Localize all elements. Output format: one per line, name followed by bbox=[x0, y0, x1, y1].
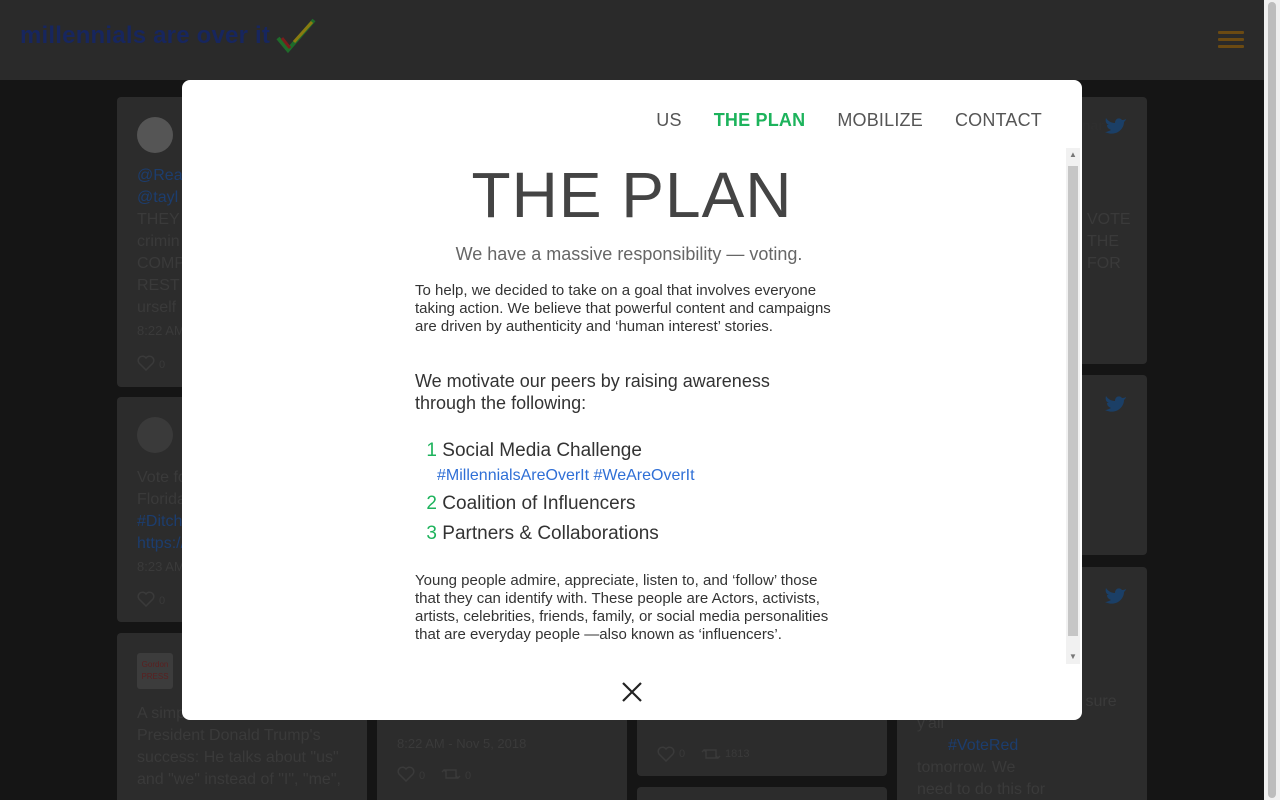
step-number: 2 bbox=[426, 493, 437, 514]
checkmark-icon bbox=[276, 18, 316, 54]
modal-content: THE PLAN We have a massive responsibilit… bbox=[182, 80, 1066, 680]
retweet-count: 1813 bbox=[725, 748, 750, 760]
intro-paragraph: To help, we decided to take on a goal th… bbox=[415, 282, 831, 335]
heart-icon[interactable] bbox=[397, 766, 415, 782]
hashtag-link[interactable]: #VoteRed bbox=[948, 735, 1018, 757]
like-count: 0 bbox=[679, 748, 686, 760]
avatar bbox=[137, 117, 173, 153]
like-count: 0 bbox=[419, 770, 426, 782]
scroll-down-icon[interactable]: ▼ bbox=[1066, 650, 1080, 664]
page-title: THE PLAN bbox=[471, 159, 793, 231]
tweet-time: 8:23 AM bbox=[137, 559, 185, 574]
retweet-icon[interactable] bbox=[701, 746, 721, 762]
scroll-thumb[interactable] bbox=[1068, 166, 1078, 636]
step-number: 1 bbox=[426, 440, 437, 461]
like-count: 0 bbox=[159, 595, 166, 607]
retweet-icon[interactable] bbox=[441, 766, 461, 782]
step-label: Partners & Collaborations bbox=[442, 523, 659, 544]
heart-icon[interactable] bbox=[137, 591, 155, 607]
twitter-icon[interactable] bbox=[1105, 117, 1127, 135]
hashtag-link[interactable]: #Ditch bbox=[137, 511, 182, 533]
close-icon[interactable] bbox=[620, 680, 644, 704]
twitter-icon[interactable] bbox=[1105, 587, 1127, 605]
source-avatar: Gordon PRESS bbox=[137, 653, 173, 689]
like-count: 0 bbox=[159, 359, 166, 371]
modal-scrollbar[interactable]: ▲ ▼ bbox=[1066, 148, 1080, 664]
tweet-card bbox=[637, 787, 887, 800]
influencers-paragraph: Young people admire, appreciate, listen … bbox=[415, 572, 829, 643]
site-header: millennials are over it bbox=[0, 0, 1264, 80]
tweet-text: tomorrow. We need to do this for bbox=[917, 759, 1046, 798]
lead-text: We have a massive responsibility — votin… bbox=[455, 244, 803, 264]
menu-icon[interactable] bbox=[1218, 31, 1244, 49]
avatar bbox=[137, 417, 173, 453]
scroll-up-icon[interactable]: ▲ bbox=[1066, 148, 1080, 162]
step-label: Coalition of Influencers bbox=[442, 493, 636, 514]
tweet-link[interactable]: @tayl bbox=[137, 187, 178, 209]
tweet-link[interactable]: @Rea bbox=[137, 165, 183, 187]
retweet-count: 0 bbox=[465, 770, 472, 782]
step-number: 3 bbox=[426, 523, 437, 544]
step-label: Social Media Challenge bbox=[442, 440, 642, 461]
tweet-time: 8:22 AM - Nov 5, 2018 bbox=[397, 736, 527, 751]
hashtag-links[interactable]: #MillennialsAreOverIt #WeAreOverIt bbox=[437, 467, 695, 485]
motivation-paragraph: We motivate our peers by raising awarene… bbox=[415, 371, 770, 413]
list-item: 3 Partners & Collaborations bbox=[415, 523, 659, 545]
tweet-text: VOTE THE FOR bbox=[1087, 211, 1131, 272]
url-link[interactable]: https:// bbox=[137, 533, 185, 555]
page-scrollbar[interactable] bbox=[1264, 0, 1280, 800]
plan-modal: US THE PLAN MOBILIZE CONTACT THE PLAN We… bbox=[182, 80, 1082, 720]
heart-icon[interactable] bbox=[137, 355, 155, 371]
list-item: 2 Coalition of Influencers bbox=[415, 493, 636, 515]
tweet-text: THEY crimin COMP REST urself bbox=[137, 211, 185, 316]
tweet-time: 8:22 AM bbox=[137, 323, 185, 338]
site-logo[interactable]: millennials are over it bbox=[20, 22, 270, 50]
user-handle[interactable]: nar bbox=[1082, 117, 1104, 133]
list-item: 1 Social Media Challenge bbox=[415, 440, 642, 462]
heart-icon[interactable] bbox=[657, 746, 675, 762]
twitter-icon[interactable] bbox=[1105, 395, 1127, 413]
tweet-text: Vote fo Florida bbox=[137, 469, 187, 508]
